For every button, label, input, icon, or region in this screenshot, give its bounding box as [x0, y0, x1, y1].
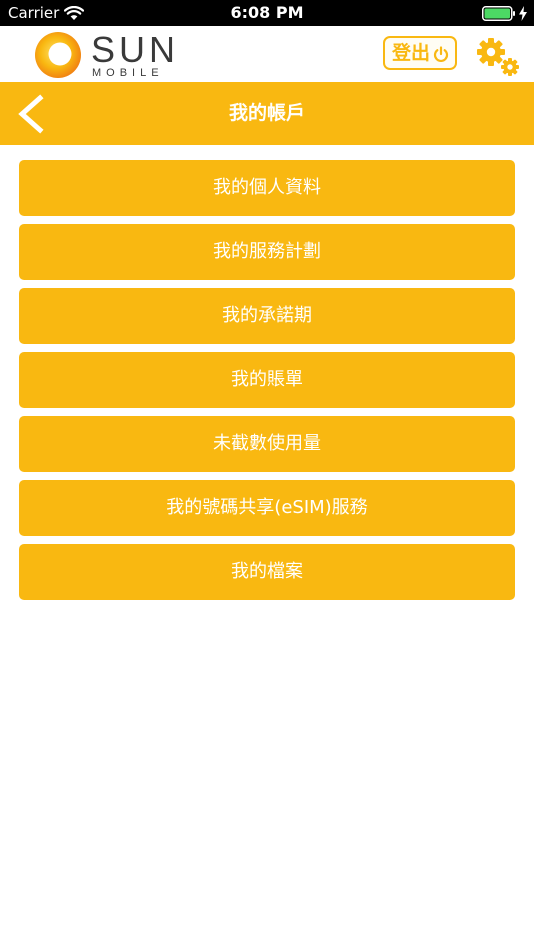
status-time: 6:08 PM	[230, 3, 304, 22]
app-header: SUN MOBILE 登出	[0, 26, 534, 82]
menu-item-bills[interactable]: 我的賬單	[19, 352, 515, 408]
logo-subtext: MOBILE	[92, 67, 164, 79]
page-title: 我的帳戶	[228, 102, 305, 124]
chevron-left-icon[interactable]	[8, 92, 52, 136]
battery-icon	[482, 6, 515, 21]
title-bar: 我的帳戶	[0, 82, 534, 145]
power-icon	[433, 46, 449, 62]
sun-logo-icon	[35, 32, 81, 78]
gear-icon[interactable]	[474, 36, 520, 78]
menu-item-service-plan[interactable]: 我的服務計劃	[19, 224, 515, 280]
logo-text: SUN	[91, 29, 180, 70]
menu-item-unbilled-usage[interactable]: 未截數使用量	[19, 416, 515, 472]
menu-item-my-files[interactable]: 我的檔案	[19, 544, 515, 600]
menu-item-commitment-period[interactable]: 我的承諾期	[19, 288, 515, 344]
charging-bolt-icon	[519, 6, 527, 21]
menu-item-personal-info[interactable]: 我的個人資料	[19, 160, 515, 216]
menu-item-esim-number-sharing[interactable]: 我的號碼共享(eSIM)服務	[19, 480, 515, 536]
logout-button[interactable]: 登出	[383, 36, 457, 70]
status-bar: Carrier 6:08 PM	[0, 0, 534, 26]
logout-label: 登出	[392, 42, 431, 64]
account-menu-list: 我的個人資料 我的服務計劃 我的承諾期 我的賬單 未截數使用量 我的號碼共享(e…	[19, 160, 515, 608]
sun-mobile-logo: SUN MOBILE	[34, 30, 184, 80]
